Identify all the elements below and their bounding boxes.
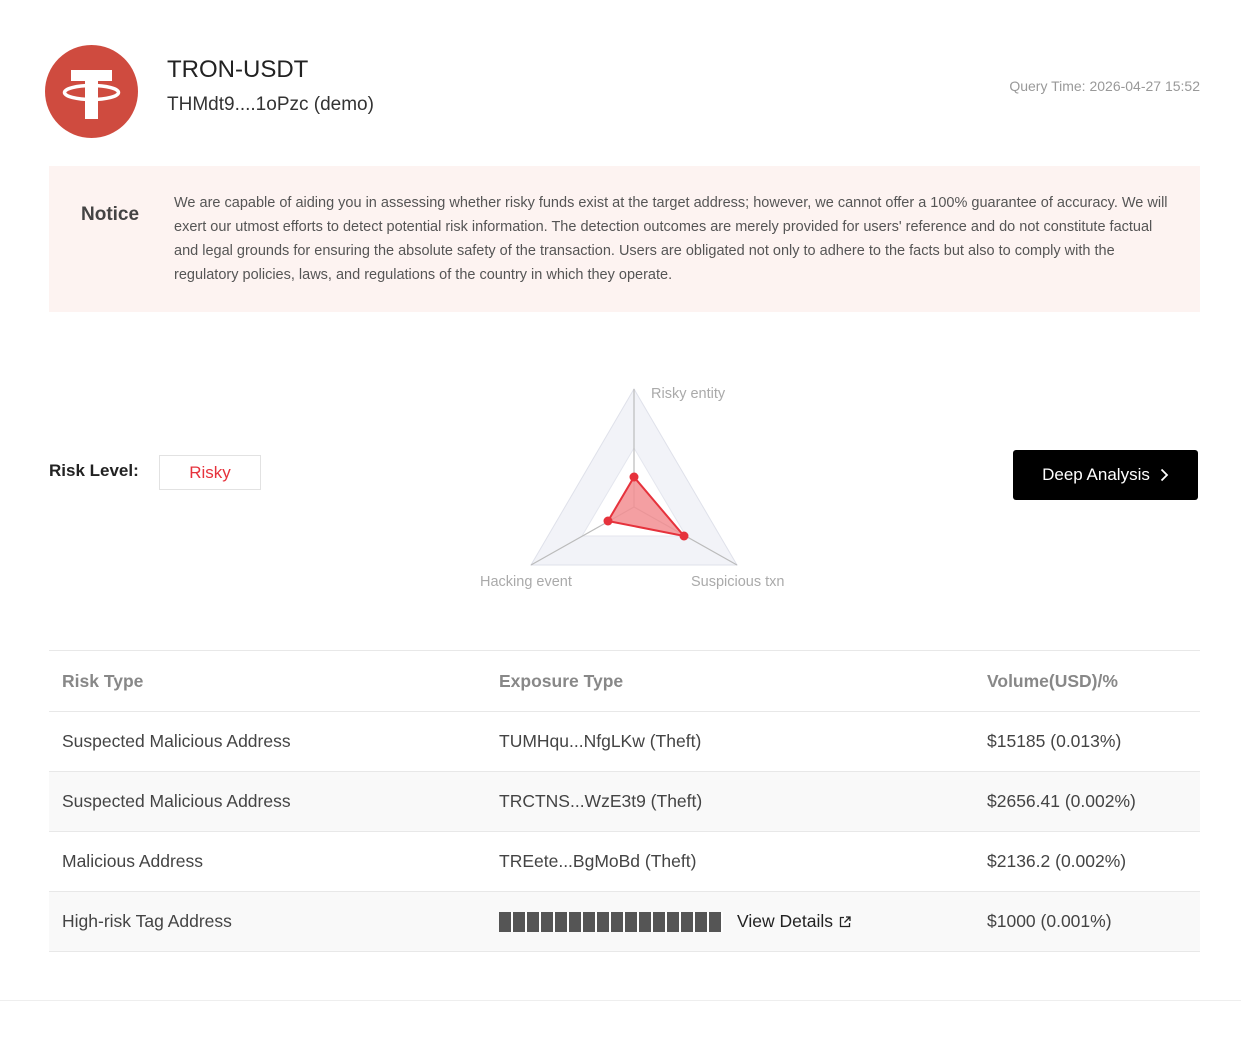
risk-radar-chart: Risky entity Suspicious txn Hacking even… xyxy=(480,386,785,590)
radar-axis-hacking-event: Hacking event xyxy=(480,574,572,590)
volume-cell: $2656.41 (0.002%) xyxy=(987,791,1136,811)
table-row: Malicious Address TREete...BgMoBd (Theft… xyxy=(49,832,1200,892)
report-header: TRON-USDT THMdt9....1oPzc (demo) Query T… xyxy=(45,45,1200,140)
risk-type-cell: Suspected Malicious Address xyxy=(62,791,291,811)
query-time: Query Time: 2026-04-27 15:52 xyxy=(1009,78,1200,94)
risk-table: Risk Type Exposure Type Volume(USD)/% Su… xyxy=(49,650,1200,952)
token-name: TRON-USDT xyxy=(167,56,309,83)
volume-cell: $1000 (0.001%) xyxy=(987,911,1112,931)
header-risk-type: Risk Type xyxy=(62,670,144,691)
radar-point-suspicious-txn xyxy=(679,531,689,541)
header-exposure-type: Exposure Type xyxy=(499,670,624,691)
exposure-cell: View Details xyxy=(499,892,851,951)
risk-type-cell: Malicious Address xyxy=(62,851,204,871)
notice-text: We are capable of aiding you in assessin… xyxy=(174,195,1168,283)
table-row: Suspected Malicious Address TUMHqu...Nfg… xyxy=(49,712,1200,772)
risk-type-cell: High-risk Tag Address xyxy=(62,911,232,931)
table-header-row: Risk Type Exposure Type Volume(USD)/% xyxy=(49,651,1200,712)
notice-panel: Notice We are capable of aiding you in a… xyxy=(49,166,1200,312)
external-link-icon xyxy=(839,915,851,927)
notice-title: Notice xyxy=(81,204,140,225)
table-row: Suspected Malicious Address TRCTNS...WzE… xyxy=(49,772,1200,832)
token-address: THMdt9....1oPzc (demo) xyxy=(167,94,374,115)
risk-level-label: Risk Level: xyxy=(49,461,139,480)
tether-logo-icon xyxy=(45,45,138,138)
exposure-cell: TUMHqu...NfgLKw (Theft) xyxy=(499,731,702,751)
view-details-link[interactable]: View Details xyxy=(737,911,851,932)
risk-level-badge: Risky xyxy=(159,455,261,490)
exposure-cell: TRCTNS...WzE3t9 (Theft) xyxy=(499,791,703,811)
view-details-label: View Details xyxy=(737,911,833,931)
volume-cell: $2136.2 (0.002%) xyxy=(987,851,1127,871)
table-row: High-risk Tag Address View Details $1000… xyxy=(49,892,1200,952)
radar-point-risky-entity xyxy=(629,472,639,482)
page-divider xyxy=(0,1000,1241,1001)
chevron-right-icon xyxy=(1160,468,1169,482)
deep-analysis-label: Deep Analysis xyxy=(1042,465,1150,484)
radar-axis-risky-entity: Risky entity xyxy=(651,386,726,402)
risk-type-cell: Suspected Malicious Address xyxy=(62,731,291,751)
exposure-cell: TREete...BgMoBd (Theft) xyxy=(499,851,697,871)
masked-address xyxy=(499,911,723,932)
volume-cell: $15185 (0.013%) xyxy=(987,731,1122,751)
radar-point-hacking-event xyxy=(603,516,613,526)
header-volume: Volume(USD)/% xyxy=(987,670,1118,691)
deep-analysis-button[interactable]: Deep Analysis xyxy=(1013,450,1198,500)
radar-axis-suspicious-txn: Suspicious txn xyxy=(691,574,785,590)
